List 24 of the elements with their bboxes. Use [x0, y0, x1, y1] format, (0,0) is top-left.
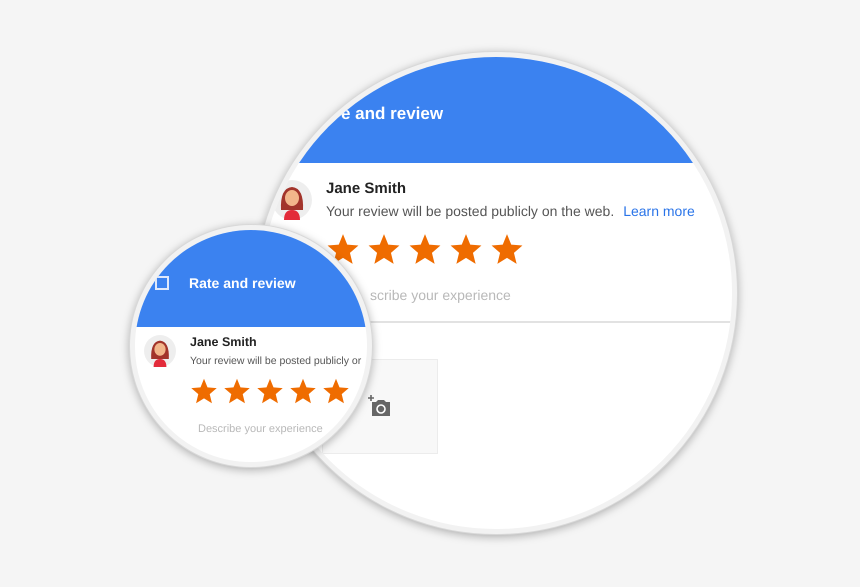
- user-name: Jane Smith: [326, 180, 408, 197]
- star-icon[interactable]: [326, 232, 360, 266]
- add-photo-icon[interactable]: [368, 395, 392, 418]
- learn-more-link[interactable]: Learn more: [623, 203, 695, 219]
- public-notice: Your review will be posted publicly on the web.: [326, 203, 614, 219]
- star-rating[interactable]: [326, 232, 524, 266]
- review-field[interactable]: scribe your experience: [370, 282, 590, 307]
- user-name: Jane Smith: [190, 335, 258, 349]
- star-icon[interactable]: [408, 232, 442, 266]
- public-notice: Your review will be posted publicly or: [190, 355, 362, 367]
- star-rating[interactable]: [190, 376, 350, 405]
- star-icon[interactable]: [322, 376, 350, 405]
- review-field[interactable]: Describe your experience: [198, 418, 367, 439]
- dialog-title: Rate and review: [189, 274, 296, 290]
- star-icon[interactable]: [490, 232, 524, 266]
- avatar-icon: [272, 180, 312, 220]
- star-icon[interactable]: [449, 232, 483, 266]
- square-icon: [155, 276, 169, 290]
- avatar-icon: [144, 335, 176, 367]
- star-icon[interactable]: [256, 376, 284, 405]
- star-icon[interactable]: [190, 376, 218, 405]
- star-icon[interactable]: [289, 376, 317, 405]
- star-icon[interactable]: [367, 232, 401, 266]
- star-icon[interactable]: [223, 376, 251, 405]
